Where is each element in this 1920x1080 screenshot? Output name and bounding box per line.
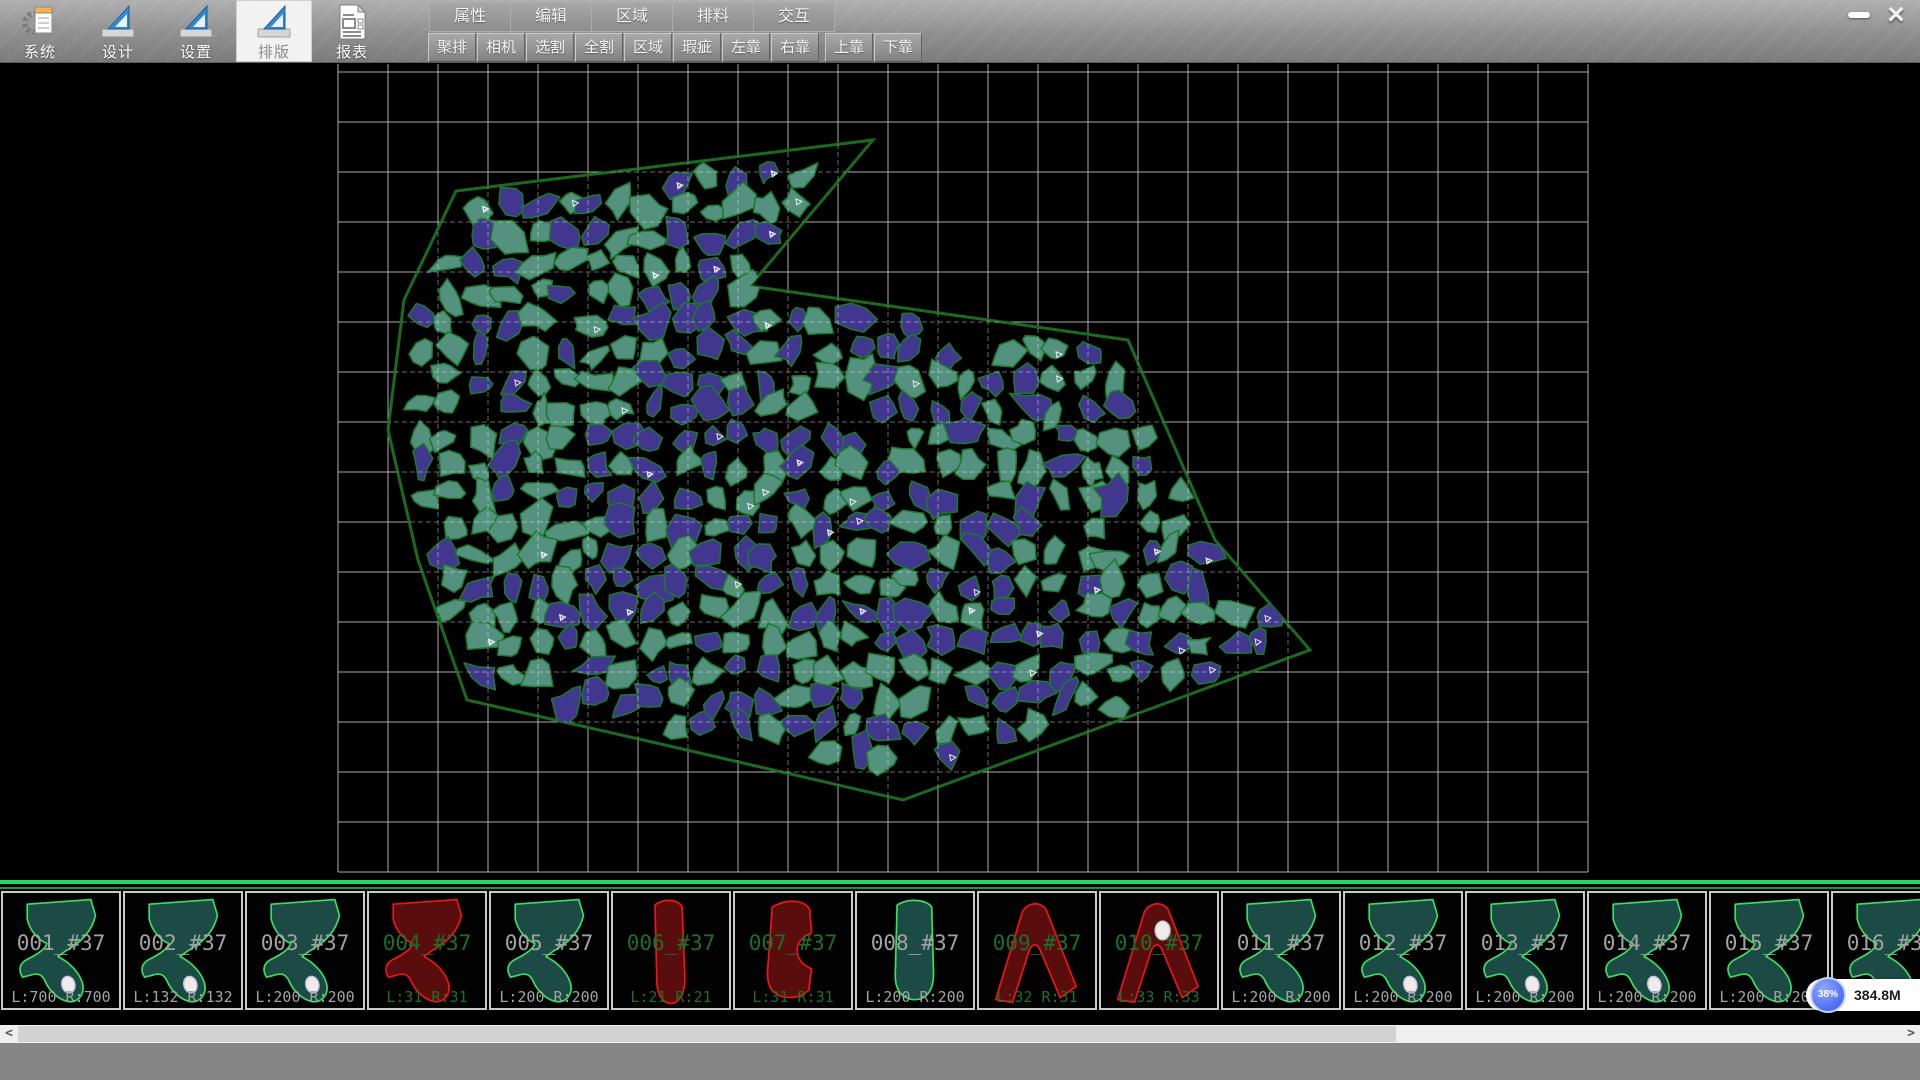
report-document-icon: [334, 3, 370, 41]
nav-button-layout[interactable]: 排版: [236, 0, 312, 62]
memory-progress-badge[interactable]: 38% 384.8M: [1806, 979, 1920, 1011]
tool-align-bottom[interactable]: 下靠: [874, 33, 922, 62]
piece-id: 010_#37: [1101, 931, 1217, 955]
nav-label-layout: 排版: [236, 41, 312, 62]
tab-edit[interactable]: 编辑: [510, 2, 592, 32]
tool-align-right[interactable]: 右靠: [771, 33, 819, 62]
menu-tabbar: 属性 编辑 区域 排料 交互: [430, 2, 835, 30]
thumbnail-cell[interactable]: 001_#37 L:700 R:700: [1, 891, 121, 1010]
tool-cut-all[interactable]: 全割: [575, 33, 623, 62]
piece-id: 003_#37: [247, 931, 363, 955]
design-setsquare-icon: [100, 3, 136, 41]
piece-thumbnail-strip: 001_#37L:700 R:700002_#37L:132 R:132003_…: [0, 880, 1920, 1012]
thumbnail-cell[interactable]: 010_#37 L:33 R:33: [1099, 891, 1219, 1010]
horizontal-scrollbar[interactable]: < >: [0, 1025, 1920, 1043]
settings-setsquare-icon: [178, 3, 214, 41]
piece-count-label: L:21 R:21: [613, 988, 729, 1006]
piece-count-label: L:200 R:200: [1589, 988, 1705, 1006]
nesting-canvas[interactable]: [0, 62, 1920, 880]
piece-id: 013_#37: [1467, 931, 1583, 955]
piece-count-label: L:33 R:33: [1101, 988, 1217, 1006]
tool-align-top[interactable]: 上靠: [825, 33, 873, 62]
thumbnail-cell[interactable]: 005_#37 L:200 R:200: [489, 891, 609, 1010]
piece-id: 005_#37: [491, 931, 607, 955]
thumbnail-cell[interactable]: 013_#37 L:200 R:200: [1465, 891, 1585, 1010]
piece-id: 016_#37: [1833, 931, 1920, 955]
minimize-icon: [1848, 12, 1870, 18]
nav-button-system[interactable]: 系统: [2, 0, 78, 62]
nav-label-report: 报表: [314, 41, 390, 62]
nav-label-settings: 设置: [158, 41, 234, 62]
piece-id: 007_#37: [735, 931, 851, 955]
piece-id: 001_#37: [3, 931, 119, 955]
piece-id: 009_#37: [979, 931, 1095, 955]
piece-id: 008_#37: [857, 931, 973, 955]
thumbnail-cell[interactable]: 008_#37 L:200 R:200: [855, 891, 975, 1010]
piece-count-label: L:31 R:31: [369, 988, 485, 1006]
tool-camera[interactable]: 相机: [477, 33, 525, 62]
strip-top-line-2: [0, 887, 1920, 889]
tab-nesting[interactable]: 排料: [672, 2, 754, 32]
tool-defect[interactable]: 瑕疵: [673, 33, 721, 62]
piece-count-label: L:700 R:700: [3, 988, 119, 1006]
thumbnail-cells: 001_#37L:700 R:700002_#37L:132 R:132003_…: [0, 890, 1920, 1011]
toolbar: 聚排 相机 选割 全割 区域 瑕疵 左靠 右靠 上靠 下靠: [428, 33, 923, 60]
tab-region[interactable]: 区域: [591, 2, 673, 32]
piece-count-label: L:200 R:200: [247, 988, 363, 1006]
nav-button-design[interactable]: 设计: [80, 0, 156, 62]
memory-size-label: 384.8M: [1854, 979, 1901, 1011]
progress-circle: 38%: [1810, 977, 1846, 1013]
tool-region[interactable]: 区域: [624, 33, 672, 62]
nav-button-report[interactable]: 报表: [314, 0, 390, 62]
piece-id: 004_#37: [369, 931, 485, 955]
nesting-canvas-area[interactable]: [0, 62, 1920, 880]
statusbar: [0, 1043, 1920, 1080]
thumbnail-cell[interactable]: 007_#37 L:31 R:31: [733, 891, 853, 1010]
thumbnail-cell[interactable]: 014_#37 L:200 R:200: [1587, 891, 1707, 1010]
piece-count-label: L:200 R:200: [1345, 988, 1461, 1006]
thumbnail-cell[interactable]: 002_#37 L:132 R:132: [123, 891, 243, 1010]
nav-label-system: 系统: [2, 41, 78, 62]
piece-count-label: L:200 R:200: [1223, 988, 1339, 1006]
piece-count-label: L:200 R:200: [491, 988, 607, 1006]
system-gear-icon: [22, 3, 58, 41]
thumbnail-cell[interactable]: 012_#37 L:200 R:200: [1343, 891, 1463, 1010]
piece-id: 002_#37: [125, 931, 241, 955]
strip-gap: [0, 1012, 1920, 1025]
layout-setsquare-icon: [256, 3, 292, 41]
scroll-left-arrow[interactable]: <: [0, 1025, 18, 1043]
thumbnail-cell[interactable]: 003_#37 L:200 R:200: [245, 891, 365, 1010]
piece-count-label: L:132 R:132: [125, 988, 241, 1006]
piece-count-label: L:32 R:31: [979, 988, 1095, 1006]
titlebar: 系统 设计 设置 排版: [0, 0, 1920, 63]
piece-count-label: L:31 R:31: [735, 988, 851, 1006]
tool-select-cut[interactable]: 选割: [526, 33, 574, 62]
scroll-right-arrow[interactable]: >: [1902, 1025, 1920, 1043]
piece-id: 015_#37: [1711, 931, 1827, 955]
piece-id: 011_#37: [1223, 931, 1339, 955]
nav-button-settings[interactable]: 设置: [158, 0, 234, 62]
piece-id: 012_#37: [1345, 931, 1461, 955]
close-button[interactable]: ×: [1878, 0, 1914, 32]
tab-interact[interactable]: 交互: [753, 2, 835, 32]
minimize-button[interactable]: [1842, 0, 1876, 26]
scrollbar-thumb[interactable]: [18, 1026, 1396, 1042]
thumbnail-cell[interactable]: 006_#37 L:21 R:21: [611, 891, 731, 1010]
tool-cluster-nest[interactable]: 聚排: [428, 33, 476, 62]
thumbnail-cell[interactable]: 004_#37 L:31 R:31: [367, 891, 487, 1010]
thumbnail-cell[interactable]: 009_#37 L:32 R:31: [977, 891, 1097, 1010]
piece-count-label: L:200 R:200: [1467, 988, 1583, 1006]
tool-align-left[interactable]: 左靠: [722, 33, 770, 62]
nav-label-design: 设计: [80, 41, 156, 62]
piece-count-label: L:200 R:200: [857, 988, 973, 1006]
thumbnail-cell[interactable]: 011_#37 L:200 R:200: [1221, 891, 1341, 1010]
tab-properties[interactable]: 属性: [429, 2, 511, 32]
piece-id: 006_#37: [613, 931, 729, 955]
piece-id: 014_#37: [1589, 931, 1705, 955]
